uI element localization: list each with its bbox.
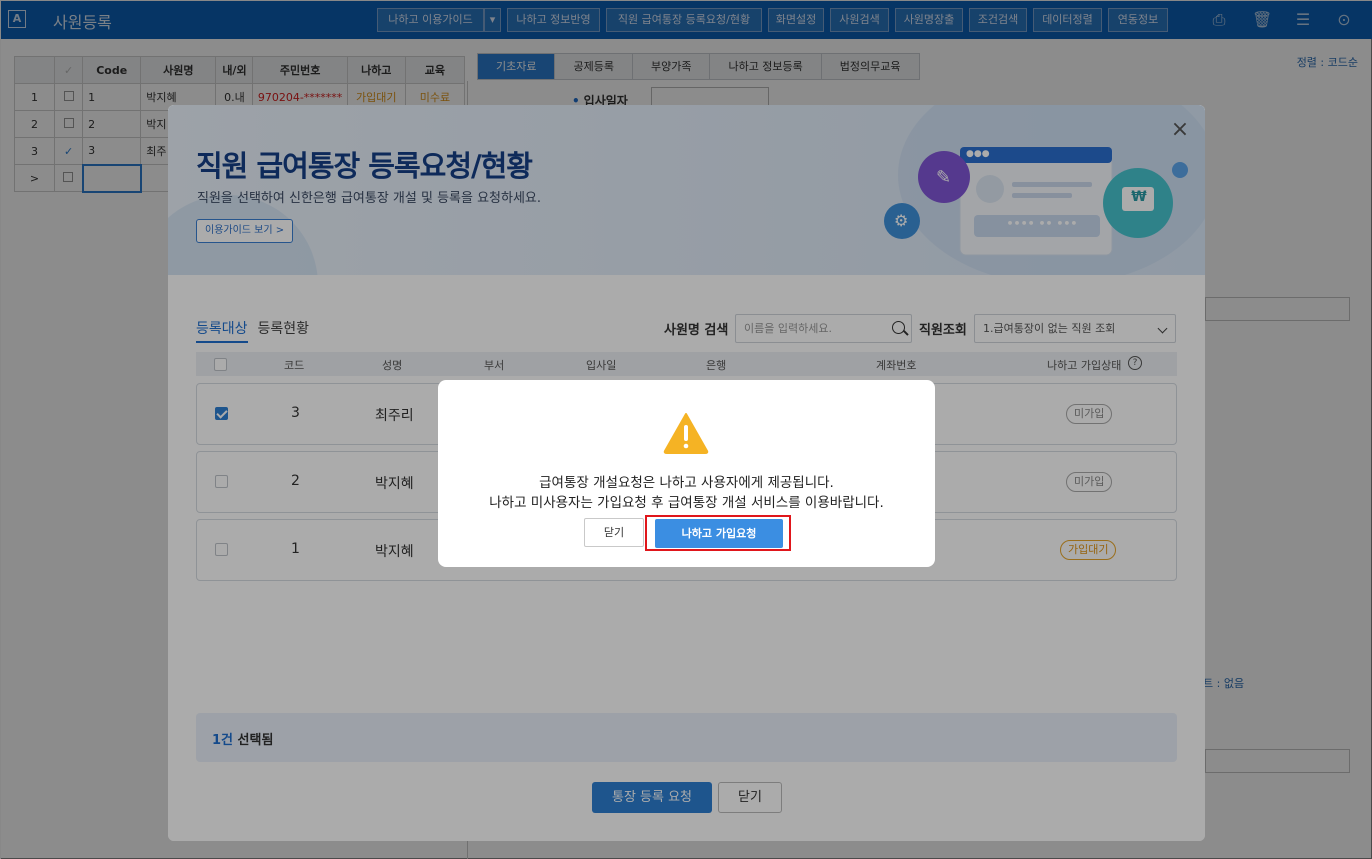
alert-message-line1: 급여통장 개설요청은 나하고 사용자에게 제공됩니다.	[539, 475, 834, 491]
alert-dialog: 급여통장 개설요청은 나하고 사용자에게 제공됩니다. 나하고 미사용자는 가입…	[438, 380, 935, 567]
highlight-box: 나하고 가입요청	[645, 515, 791, 551]
alert-message-line2: 나하고 미사용자는 가입요청 후 급여통장 개설 서비스를 이용바랍니다.	[489, 495, 884, 511]
nahago-join-request-button[interactable]: 나하고 가입요청	[655, 519, 783, 548]
warning-icon	[663, 413, 709, 454]
alert-close-button[interactable]: 닫기	[584, 518, 644, 547]
